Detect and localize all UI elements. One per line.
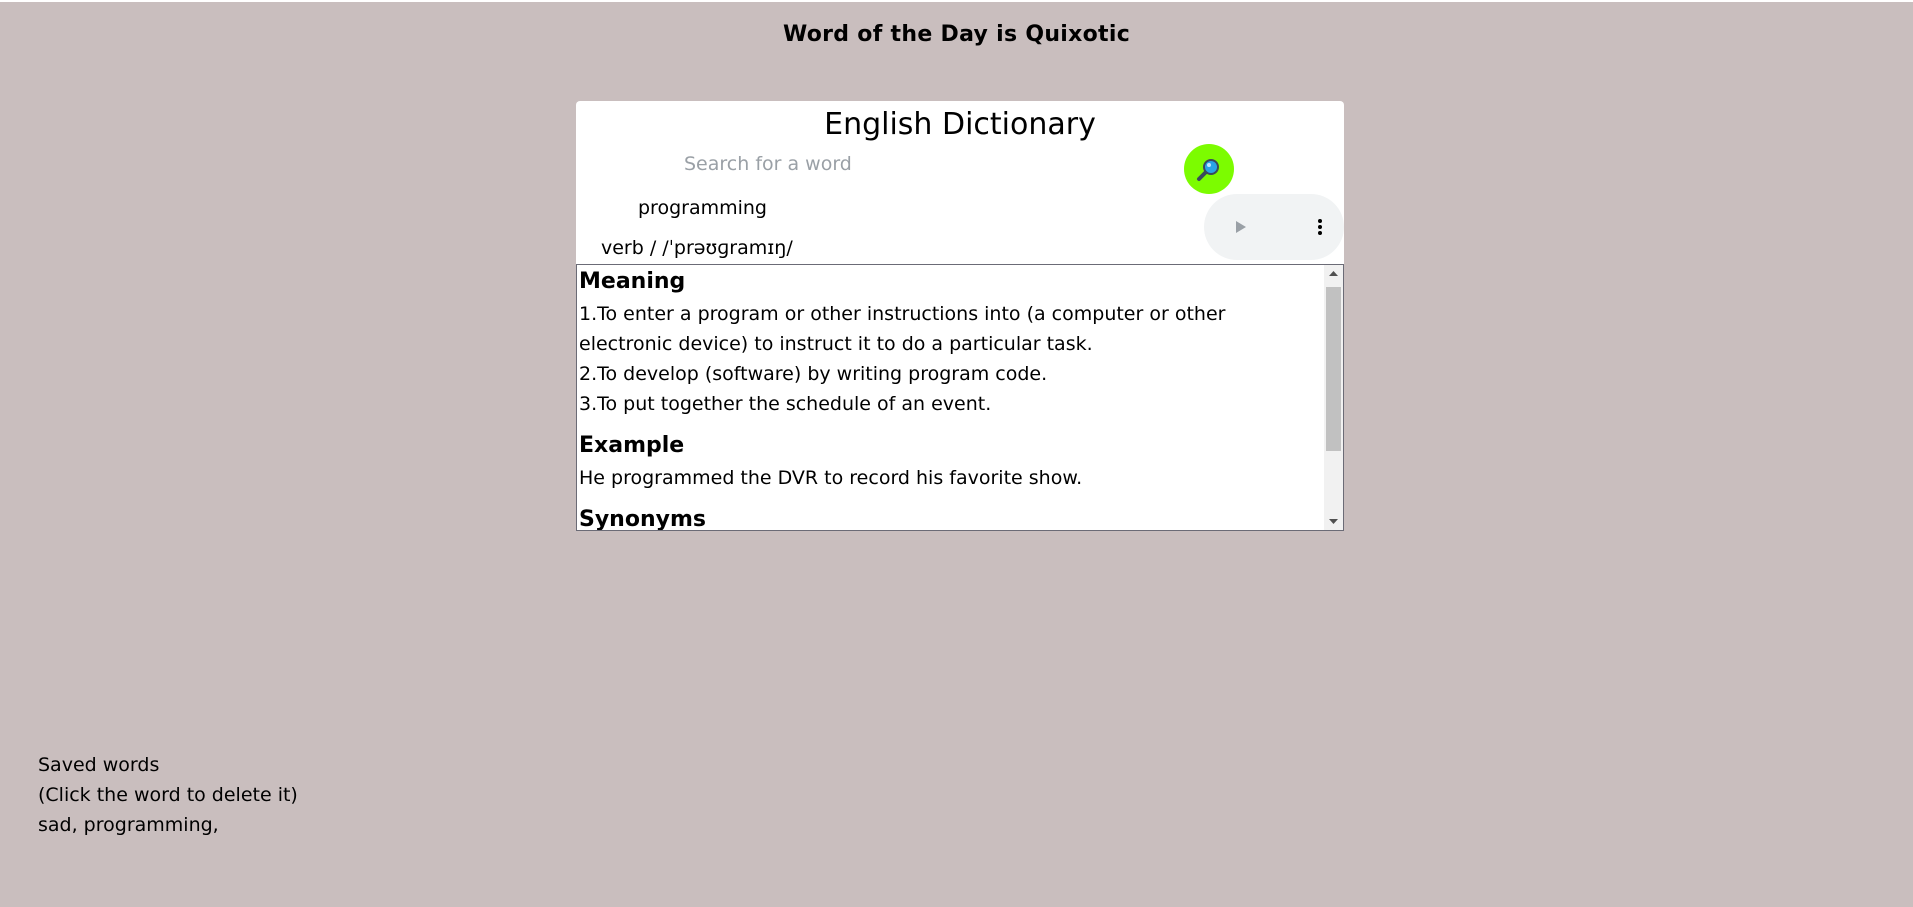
scroll-down-arrow-icon[interactable]: [1324, 511, 1343, 530]
search-button[interactable]: [1184, 144, 1234, 194]
meaning-item: 1.To enter a program or other instructio…: [579, 303, 1226, 355]
meaning-item: 3.To put together the schedule of an eve…: [579, 393, 992, 415]
meaning-heading: Meaning: [579, 269, 686, 294]
scroll-up-arrow-icon[interactable]: [1324, 265, 1343, 284]
meaning-item: 2.To develop (software) by writing progr…: [579, 363, 1048, 385]
saved-words-list[interactable]: sad, programming,: [38, 810, 298, 840]
audio-player: [1204, 194, 1344, 260]
searched-word: programming: [638, 197, 767, 219]
page-background: Word of the Day is Quixotic English Dict…: [0, 2, 1913, 907]
play-icon[interactable]: [1228, 215, 1252, 239]
card-title: English Dictionary: [824, 107, 1096, 142]
saved-words-title: Saved words: [38, 754, 160, 776]
definition-panel[interactable]: Meaning 1.To enter a program or other in…: [576, 264, 1344, 531]
definition-content: Meaning 1.To enter a program or other in…: [579, 265, 1319, 531]
part-of-speech-phonetic: verb / /ˈprəʊɡramɪŋ/: [601, 237, 793, 259]
example-text: He programmed the DVR to record his favo…: [579, 467, 1083, 489]
scrollbar[interactable]: [1324, 265, 1343, 530]
example-heading: Example: [579, 433, 685, 458]
saved-words-hint: (Click the word to delete it): [38, 784, 298, 806]
scrollbar-thumb[interactable]: [1326, 287, 1341, 451]
more-vert-icon[interactable]: [1308, 215, 1332, 239]
synonyms-heading: Synonyms: [579, 507, 706, 531]
magnifier-icon: [1197, 159, 1219, 181]
search-input[interactable]: [676, 149, 1164, 179]
saved-words-section: Saved words (Click the word to delete it…: [38, 750, 298, 840]
word-of-the-day: Word of the Day is Quixotic: [782, 22, 1131, 47]
dictionary-card: English Dictionary programming verb / /ˈ…: [576, 101, 1344, 531]
